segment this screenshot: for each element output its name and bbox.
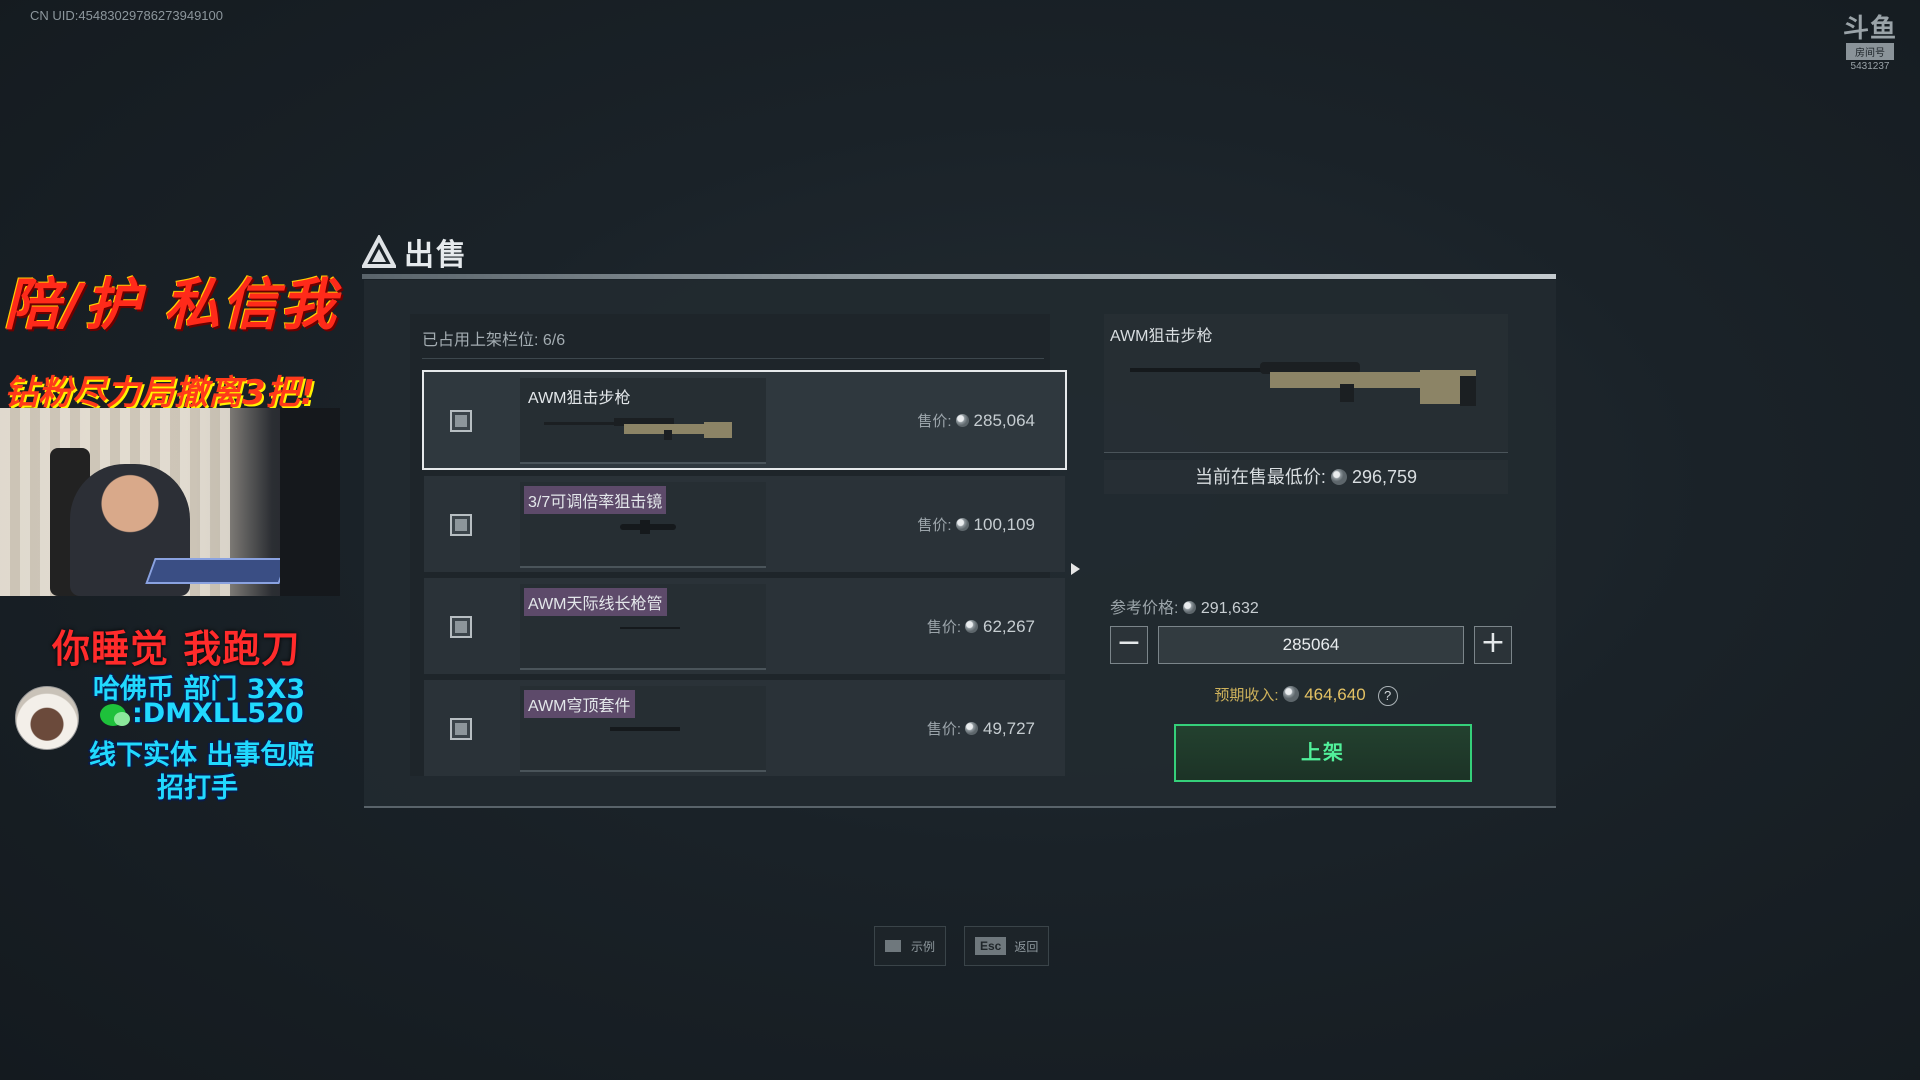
coin-icon bbox=[1330, 469, 1347, 485]
coin-icon bbox=[1182, 601, 1196, 614]
item-list-panel: 已占用上架栏位: 6/6 AWM狙击步枪 售价: 285,064 3/7可调倍率狙… bbox=[410, 314, 1067, 776]
slots-used-label: 已占用上架栏位: 6/6 bbox=[422, 332, 566, 349]
item-name: 3/7可调倍率狙击镜 bbox=[524, 486, 667, 514]
barrel-icon bbox=[620, 627, 680, 629]
reference-price-value: 291,632 bbox=[1200, 600, 1259, 617]
delta-logo-icon bbox=[362, 235, 396, 268]
room-number: 5431237 bbox=[1850, 61, 1890, 72]
price-label: 售价: bbox=[926, 619, 961, 636]
dialog-title: 出售 bbox=[404, 239, 468, 272]
list-item[interactable]: 3/7可调倍率狙击镜 售价: 100,109 bbox=[424, 476, 1065, 572]
item-name: AWM穹顶套件 bbox=[524, 690, 635, 718]
item-price: 售价: 100,109 bbox=[917, 514, 1035, 535]
promo-banner-3: 你睡觉 我跑刀 bbox=[52, 627, 301, 671]
item-checkbox[interactable] bbox=[450, 514, 472, 536]
wechat-icon bbox=[100, 703, 130, 726]
scope-icon bbox=[620, 520, 676, 534]
webcam-feed bbox=[0, 408, 340, 596]
item-price: 售价: 285,064 bbox=[917, 410, 1035, 431]
item-checkbox[interactable] bbox=[450, 718, 472, 740]
example-label: 示例 bbox=[911, 939, 936, 954]
increase-button[interactable]: + bbox=[1474, 626, 1512, 664]
rifle-icon bbox=[544, 418, 732, 440]
expected-income-label: 预期收入: bbox=[1214, 687, 1279, 704]
price-label: 售价: bbox=[917, 517, 952, 534]
streamer-avatar bbox=[15, 686, 79, 750]
uid-label: CN UID:4548302978627394910​0 bbox=[30, 8, 223, 23]
coin-icon bbox=[955, 414, 969, 427]
douyu-logo: 斗鱼 房间号 5431237 bbox=[1840, 16, 1900, 72]
back-label: 返回 bbox=[1014, 939, 1039, 954]
kit-icon bbox=[610, 727, 680, 731]
sell-dialog: 已占用上架栏位: 6/6 AWM狙击步枪 售价: 285,064 3/7可调倍率狙… bbox=[364, 280, 1556, 808]
promo-line-4: 招打手 bbox=[157, 773, 238, 804]
price-input[interactable] bbox=[1158, 626, 1464, 664]
item-checkbox[interactable] bbox=[450, 616, 472, 638]
coin-icon bbox=[1283, 686, 1300, 702]
rifle-icon bbox=[1130, 362, 1476, 406]
detail-title: AWM狙击步枪 bbox=[1110, 328, 1213, 345]
decrease-button[interactable]: − bbox=[1110, 626, 1148, 664]
item-checkbox[interactable] bbox=[450, 410, 472, 432]
price-value: 49,727 bbox=[983, 719, 1035, 738]
key-icon bbox=[885, 940, 901, 952]
coin-icon bbox=[965, 620, 978, 633]
item-name: AWM天际线长枪管 bbox=[524, 588, 667, 616]
logo-sub: 房间号 bbox=[1846, 43, 1894, 60]
slots-divider bbox=[422, 358, 1044, 359]
promo-banner-2: 钻粉尽力局撤离3把! bbox=[4, 373, 316, 413]
reference-price-label: 参考价格: bbox=[1110, 600, 1179, 617]
detail-preview: AWM狙击步枪 bbox=[1104, 314, 1508, 453]
example-hint[interactable]: 示例 bbox=[874, 926, 947, 966]
price-stepper: − + bbox=[1110, 626, 1512, 664]
list-item[interactable]: AWM狙击步枪 售价: 285,064 bbox=[422, 370, 1067, 470]
back-hint[interactable]: Esc 返回 bbox=[964, 926, 1050, 966]
lowest-price-label: 当前在售最低价: bbox=[1194, 467, 1326, 487]
promo-line-2: :DMXLL520 bbox=[100, 698, 304, 729]
lowest-price-value: 296,759 bbox=[1351, 467, 1418, 487]
lowest-price-row: 当前在售最低价: 296,759 bbox=[1104, 460, 1508, 494]
list-for-sale-button[interactable]: 上架 bbox=[1174, 724, 1472, 782]
mouse-cursor bbox=[1071, 563, 1080, 575]
coin-icon bbox=[955, 518, 969, 531]
item-price: 售价: 62,267 bbox=[927, 616, 1035, 637]
item-price: 售价: 49,727 bbox=[927, 718, 1035, 739]
wechat-id: :DMXLL520 bbox=[132, 698, 304, 729]
detail-panel: AWM狙击步枪 当前在售最低价: 296,759 参考价格: 291,632 −… bbox=[1104, 314, 1512, 782]
header-divider bbox=[362, 274, 1556, 279]
expected-income: 预期收入: 464,640? bbox=[1104, 684, 1508, 706]
price-value: 62,267 bbox=[983, 617, 1035, 636]
item-name: AWM狙击步枪 bbox=[528, 390, 631, 407]
price-value: 285,064 bbox=[973, 411, 1035, 430]
esc-key: Esc bbox=[975, 937, 1007, 955]
help-icon[interactable]: ? bbox=[1377, 686, 1398, 706]
list-item[interactable]: AWM穹顶套件 售价: 49,727 bbox=[424, 680, 1065, 776]
expected-income-value: 464,640 bbox=[1304, 685, 1366, 704]
dialog-header: 出售 bbox=[362, 232, 468, 272]
price-value: 100,109 bbox=[973, 515, 1035, 534]
list-item[interactable]: AWM天际线长枪管 售价: 62,267 bbox=[424, 578, 1065, 674]
promo-banner-1: 陪/护 私信我 bbox=[4, 273, 338, 338]
price-label: 售价: bbox=[917, 413, 952, 430]
logo-mark: 斗鱼 bbox=[1842, 14, 1897, 44]
reference-price: 参考价格: 291,632 bbox=[1110, 594, 1259, 618]
coin-icon bbox=[965, 722, 978, 735]
price-label: 售价: bbox=[926, 721, 961, 738]
